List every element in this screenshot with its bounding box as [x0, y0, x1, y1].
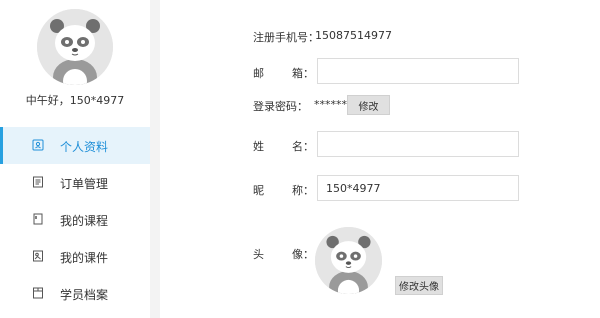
greeting-text: 中午好，150*4977	[25, 94, 125, 107]
profile-card-icon	[32, 139, 44, 151]
sidebar-item-label: 我的课件	[60, 251, 109, 265]
sidebar: 中午好，150*4977 个人资料 订单管理 我的课程 我的课件 学员档案	[0, 0, 150, 318]
profile-form: 注册手机号： 15087514977 邮 箱： 登录密码： ****** 修改 …	[160, 0, 600, 318]
change-password-button[interactable]: 修改	[347, 95, 390, 115]
password-label: 登录密码：	[253, 100, 308, 113]
profile-avatar	[315, 227, 382, 294]
user-avatar[interactable]	[37, 9, 113, 85]
nickname-field[interactable]	[317, 175, 519, 201]
panda-avatar-icon	[315, 227, 382, 294]
sidebar-item-archive[interactable]: 学员档案	[0, 275, 150, 312]
email-field[interactable]	[317, 58, 519, 84]
email-label: 邮 箱：	[253, 67, 314, 80]
order-list-icon	[33, 176, 43, 188]
course-book-icon	[33, 213, 43, 225]
phone-value: 15087514977	[315, 29, 392, 42]
avatar-label: 头 像：	[253, 248, 314, 261]
sidebar-item-courses[interactable]: 我的课程	[0, 201, 150, 238]
sidebar-item-label: 个人资料	[60, 140, 109, 154]
sidebar-menu: 个人资料 订单管理 我的课程 我的课件 学员档案	[0, 127, 150, 312]
sidebar-item-profile[interactable]: 个人资料	[0, 127, 150, 164]
sidebar-item-label: 订单管理	[60, 177, 109, 191]
sidebar-item-courseware[interactable]: 我的课件	[0, 238, 150, 275]
sidebar-divider	[150, 0, 160, 318]
panda-avatar-icon	[37, 9, 113, 85]
password-value: ******	[314, 98, 347, 111]
name-label: 姓 名：	[253, 140, 314, 153]
sidebar-item-orders[interactable]: 订单管理	[0, 164, 150, 201]
change-avatar-button[interactable]: 修改头像	[395, 276, 443, 295]
sidebar-item-label: 学员档案	[60, 288, 109, 302]
archive-icon	[33, 287, 43, 299]
nickname-label: 昵 称：	[253, 184, 314, 197]
sidebar-item-label: 我的课程	[60, 214, 109, 228]
name-field[interactable]	[317, 131, 519, 157]
phone-label: 注册手机号：	[253, 31, 319, 44]
courseware-icon	[33, 250, 43, 262]
